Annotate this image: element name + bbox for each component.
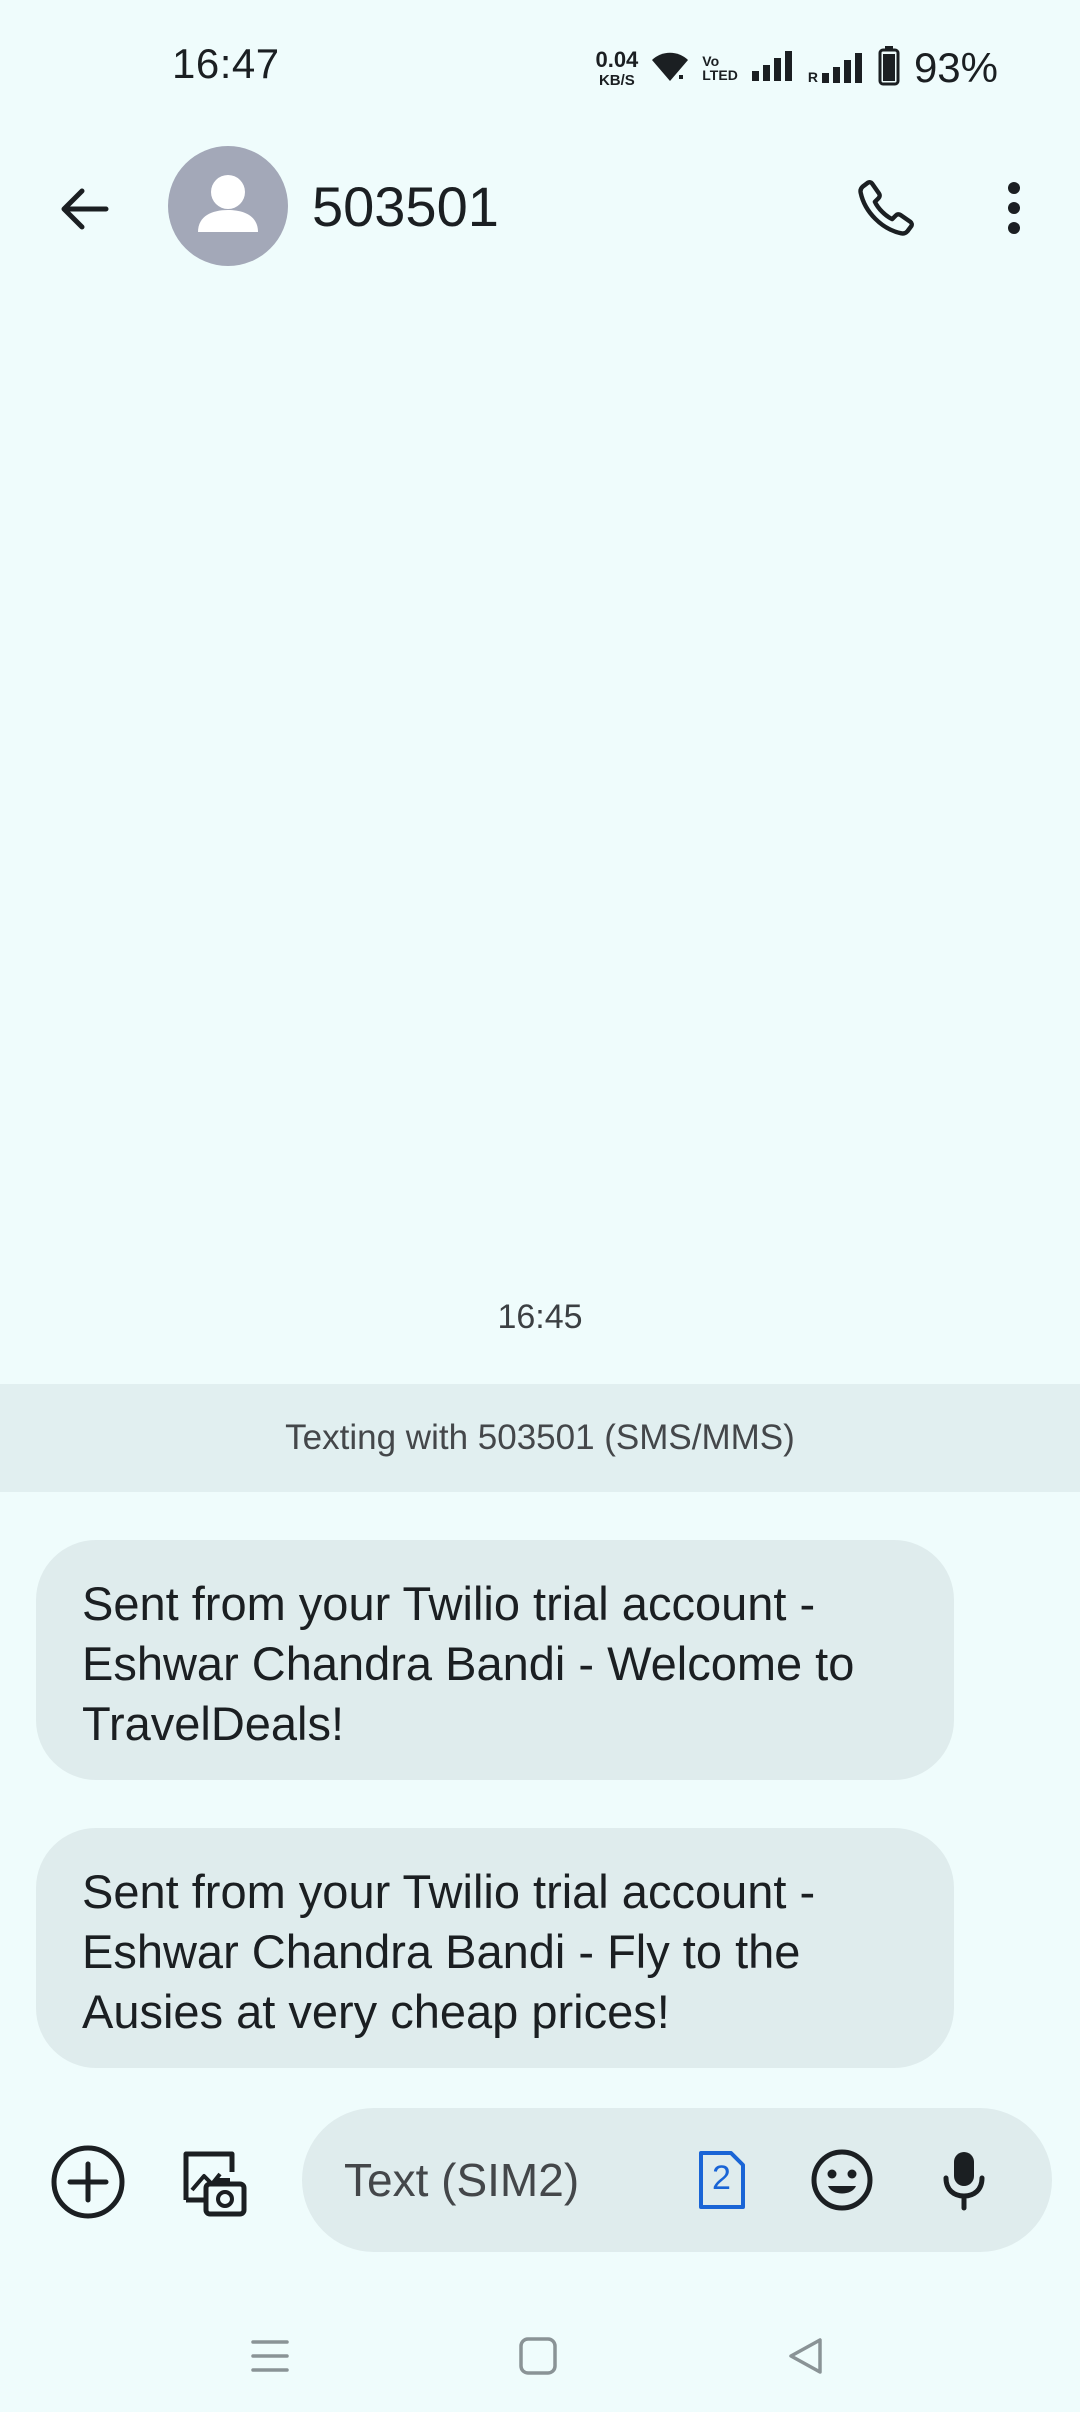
back-button[interactable]	[48, 173, 120, 245]
status-bar: 16:47 0.04 KB/S Vo LTED R 93%	[0, 0, 1080, 140]
voice-input-button[interactable]	[930, 2146, 998, 2214]
volte-bottom: LTED	[702, 67, 738, 83]
status-time: 16:47	[172, 40, 280, 87]
gallery-camera-icon	[183, 2151, 247, 2217]
avatar[interactable]	[168, 146, 288, 266]
add-circle-icon	[51, 2145, 125, 2219]
emoji-icon	[811, 2149, 873, 2211]
message-text: Sent from your Twilio trial account - Es…	[82, 1577, 855, 1750]
roaming-indicator: R	[807, 69, 818, 85]
message-text: Sent from your Twilio trial account - Es…	[82, 1865, 816, 2038]
signal-icon	[750, 49, 796, 88]
network-speed-value: 0.04	[595, 46, 639, 72]
volte-top: Vo	[702, 53, 720, 69]
conversation-header: 503501	[0, 140, 1080, 272]
system-nav-bar	[0, 2300, 1080, 2412]
more-options-button[interactable]	[978, 172, 1050, 244]
nav-back-button[interactable]	[776, 2326, 836, 2386]
status-icons: 0.04 KB/S Vo LTED R 93%	[595, 44, 998, 91]
sim-select-button[interactable]: 2	[690, 2148, 754, 2212]
avatar-person-icon	[198, 175, 258, 232]
attach-button[interactable]	[48, 2142, 128, 2222]
home-square-icon	[519, 2337, 557, 2375]
message-timestamp: 16:45	[497, 1298, 583, 1336]
recents-button[interactable]	[240, 2326, 300, 2386]
home-button[interactable]	[508, 2326, 568, 2386]
contact-name: 503501	[312, 175, 499, 238]
network-speed: 0.04 KB/S	[595, 46, 639, 89]
back-arrow-icon	[61, 188, 109, 230]
gallery-camera-button[interactable]	[172, 2142, 252, 2222]
volte-icon: Vo LTED	[702, 54, 738, 82]
mic-icon	[943, 2152, 985, 2211]
call-button[interactable]	[850, 172, 922, 244]
network-speed-unit: KB/S	[598, 71, 635, 89]
more-vert-icon	[1008, 182, 1020, 234]
texting-banner: Texting with 503501 (SMS/MMS)	[0, 1384, 1080, 1492]
sim-number: 2	[712, 2159, 731, 2197]
texting-banner-text: Texting with 503501 (SMS/MMS)	[285, 1418, 795, 1457]
back-triangle-icon	[789, 2338, 822, 2374]
battery-percent: 93%	[913, 44, 998, 91]
menu-lines-icon	[251, 2340, 289, 2372]
compose-bar: 2	[0, 2108, 1080, 2256]
emoji-button[interactable]	[808, 2146, 876, 2214]
message-input-container: 2	[302, 2108, 1052, 2252]
message-input[interactable]	[344, 2108, 674, 2252]
message-bubble[interactable]: Sent from your Twilio trial account - Es…	[36, 1540, 954, 1780]
phone-icon	[858, 180, 914, 236]
battery-icon	[878, 45, 900, 91]
roaming-signal-icon: R	[808, 51, 866, 85]
message-bubble[interactable]: Sent from your Twilio trial account - Es…	[36, 1828, 954, 2068]
wifi-icon	[650, 49, 690, 88]
